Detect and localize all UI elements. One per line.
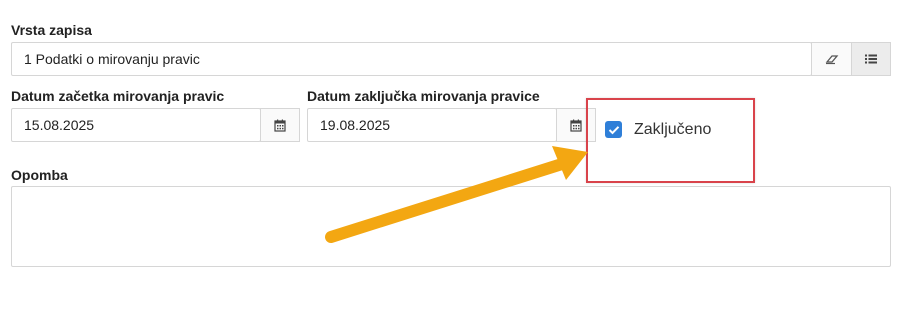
annotation-arrow (325, 146, 588, 243)
